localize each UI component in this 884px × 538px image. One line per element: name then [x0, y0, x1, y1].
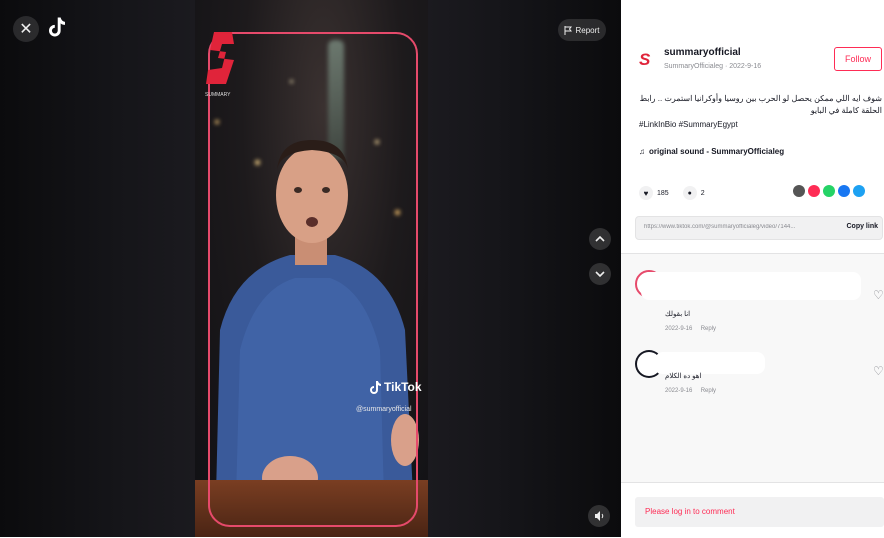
copy-link-button[interactable]: Copy link — [846, 223, 878, 230]
like-stat[interactable]: ♥ 185 — [639, 186, 669, 200]
report-label: Report — [575, 25, 600, 35]
sound-link[interactable]: ♫ original sound - SummaryOfficialeg — [639, 147, 784, 156]
tiktok-watermark: TikTok — [370, 380, 422, 394]
login-prompt[interactable]: Please log in to comment — [645, 507, 735, 516]
flag-icon — [564, 25, 573, 35]
comment-icon: ● — [682, 186, 697, 200]
author-username[interactable]: summaryofficial — [664, 47, 741, 58]
author-meta: SummaryOfficialeg · 2022-9-16 — [664, 63, 762, 70]
player-backdrop-left — [0, 0, 195, 537]
comment-count: 2 — [700, 189, 705, 197]
previous-video-button[interactable] — [589, 228, 611, 250]
watermark-handle: @summaryofficial — [356, 406, 412, 413]
watermark-brand: TikTok — [384, 380, 422, 394]
copy-link-box: https://www.tiktok.com/@summaryofficiale… — [635, 216, 883, 240]
share-icons — [793, 185, 865, 197]
chevron-down-icon — [595, 271, 605, 278]
overlay-frame — [208, 32, 418, 527]
sound-label: original sound - SummaryOfficialeg — [649, 147, 785, 156]
comments-list: انا بقولك 2022-9-16 Reply ♡ اهو ده الكلا… — [621, 253, 884, 482]
tiktok-logo-icon[interactable] — [49, 17, 65, 37]
details-panel: S summaryofficial SummaryOfficialeg · 20… — [621, 0, 884, 538]
comment-meta: 2022-9-16 Reply — [665, 388, 716, 394]
follow-button[interactable]: Follow — [834, 47, 882, 71]
author-avatar[interactable]: S — [639, 50, 655, 70]
comment-text: انا بقولك — [665, 311, 691, 318]
video-player: SUMMARY TikTok @summaryofficial ✕ Report — [0, 0, 621, 537]
comment-date: 2022-9-16 — [665, 326, 693, 332]
comment-date: 2022-9-16 — [665, 388, 693, 394]
summary-logo-icon — [206, 32, 234, 84]
close-button[interactable]: ✕ — [13, 16, 39, 42]
login-prompt-box[interactable]: Please log in to comment — [635, 497, 884, 527]
comment-like-icon[interactable]: ♡ — [873, 288, 884, 302]
comment-login-bar: Please log in to comment — [621, 482, 884, 538]
close-icon: ✕ — [19, 21, 33, 38]
caption-hashtags[interactable]: #LinkInBio #SummaryEgypt — [639, 120, 738, 129]
comment-item: اهو ده الكلام 2022-9-16 Reply ♡ — [635, 350, 884, 410]
facebook-icon[interactable] — [838, 185, 850, 197]
video-caption: شوف ايه اللي ممكن يحصل لو الحرب بين روسي… — [639, 94, 882, 115]
report-button[interactable]: Report — [558, 19, 606, 41]
whatsapp-icon[interactable] — [823, 185, 835, 197]
music-note-icon: ♫ — [639, 147, 645, 156]
like-count: 185 — [657, 189, 669, 197]
speaker-icon — [594, 511, 603, 521]
engagement-stats: ♥ 185 ● 2 — [639, 186, 705, 200]
next-video-button[interactable] — [589, 263, 611, 285]
chevron-up-icon — [595, 235, 605, 242]
comment-like-icon[interactable]: ♡ — [873, 364, 884, 378]
volume-button[interactable] — [588, 505, 610, 527]
redacted-region — [655, 352, 765, 374]
twitter-icon[interactable] — [853, 185, 865, 197]
video-url[interactable]: https://www.tiktok.com/@summaryofficiale… — [644, 224, 824, 230]
reply-link[interactable]: Reply — [701, 388, 716, 394]
comment-text: اهو ده الكلام — [665, 373, 702, 380]
comment-meta: 2022-9-16 Reply — [665, 326, 716, 332]
video-info: S summaryofficial SummaryOfficialeg · 20… — [621, 0, 884, 248]
comment-stat[interactable]: ● 2 — [682, 186, 705, 200]
logo-caption: SUMMARY — [205, 92, 231, 98]
redacted-region — [641, 272, 861, 300]
embed-icon[interactable] — [793, 185, 805, 197]
tiktok-note-icon — [370, 380, 381, 394]
send-icon[interactable] — [808, 185, 820, 197]
heart-icon: ♥ — [639, 186, 653, 200]
reply-link[interactable]: Reply — [701, 326, 716, 332]
comment-item: انا بقولك 2022-9-16 Reply ♡ — [635, 270, 884, 340]
